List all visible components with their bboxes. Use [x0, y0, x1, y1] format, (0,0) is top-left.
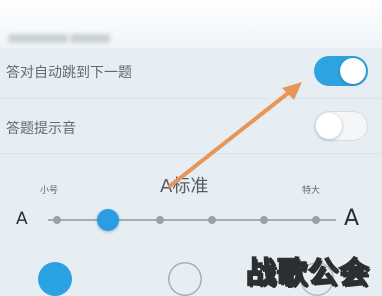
night-mode-icon[interactable] — [168, 262, 202, 296]
watermark: 战歌公会 — [245, 255, 370, 292]
day-mode-icon[interactable] — [38, 262, 72, 296]
annotation-arrow — [168, 82, 302, 188]
